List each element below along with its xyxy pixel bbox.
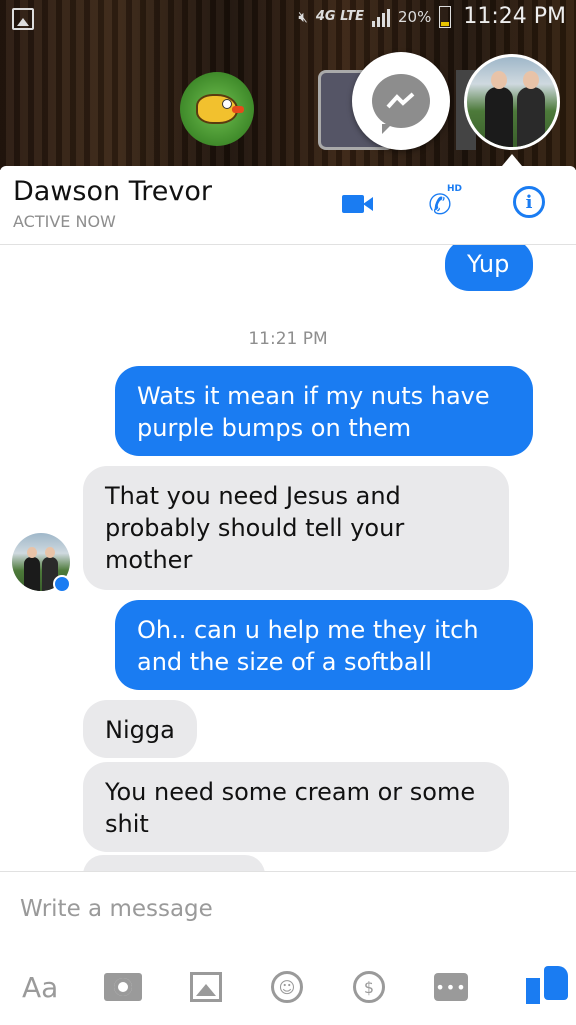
photo-person-right	[517, 71, 545, 147]
smiley-icon: ☺︎	[271, 971, 303, 1003]
battery-icon	[439, 5, 452, 28]
clock: 11:24 PM	[463, 4, 566, 29]
messenger-badge-icon	[53, 575, 71, 593]
hd-badge: HD	[446, 184, 462, 194]
thumbs-up-icon	[526, 966, 568, 1004]
conversation-card: Dawson Trevor ACTIVE NOW ✆︎ HD i Yup 11:…	[0, 166, 576, 1025]
dollar-icon: $	[353, 971, 385, 1003]
message-input[interactable]: Write a message	[20, 896, 213, 922]
chat-head-flappy-bird[interactable]	[180, 72, 254, 146]
contact-name[interactable]: Dawson Trevor	[13, 176, 212, 207]
message-outgoing[interactable]: Oh.. can u help me they itch and the siz…	[115, 600, 533, 690]
message-outgoing[interactable]: Yup	[445, 245, 533, 291]
conversation-header: Dawson Trevor ACTIVE NOW ✆︎ HD i	[0, 166, 576, 245]
gallery-notification-icon	[12, 8, 34, 30]
network-type: 4G LTE	[315, 9, 364, 24]
status-bar: 🔇︎ 4G LTE 20% 11:24 PM	[0, 0, 576, 42]
thread-timestamp: 11:21 PM	[248, 329, 328, 349]
message-thread[interactable]: Yup 11:21 PM Wats it mean if my nuts hav…	[0, 245, 576, 871]
message-incoming[interactable]: That you need Jesus and probably should …	[83, 466, 509, 590]
compose-toolbar: Aa ☺︎ $ •••	[0, 964, 576, 1014]
camera-icon	[104, 973, 142, 1001]
battery-percent: 20%	[398, 7, 432, 26]
camera-button[interactable]	[103, 964, 143, 1010]
more-button[interactable]: •••	[433, 964, 469, 1010]
more-icon: •••	[434, 973, 468, 1001]
info-icon: i	[525, 191, 533, 213]
image-icon	[190, 972, 222, 1002]
gallery-button[interactable]	[188, 964, 224, 1010]
voice-call-button[interactable]: ✆︎ HD	[422, 184, 462, 222]
active-status: ACTIVE NOW	[13, 212, 116, 231]
signal-icon	[372, 7, 390, 27]
compose-bar: Write a message Aa ☺︎ $ •••	[0, 871, 576, 1025]
emoji-button[interactable]: ☺︎	[269, 964, 305, 1010]
messenger-icon	[372, 74, 430, 134]
photo-person-left	[485, 71, 513, 147]
message-incoming-partial[interactable]	[83, 855, 265, 871]
mute-icon: 🔇︎	[298, 7, 308, 26]
avatar-person-left	[24, 547, 40, 591]
video-camera-icon	[342, 195, 373, 213]
like-button[interactable]	[510, 964, 568, 1010]
message-incoming[interactable]: Nigga	[83, 700, 197, 758]
payment-button[interactable]: $	[351, 964, 387, 1010]
chat-head-dawson-trevor[interactable]	[464, 54, 560, 150]
message-incoming[interactable]: You need some cream or some shit	[83, 762, 509, 852]
text-button[interactable]: Aa	[22, 964, 58, 1010]
active-head-pointer	[502, 154, 522, 166]
message-outgoing[interactable]: Wats it mean if my nuts have purple bump…	[115, 366, 533, 456]
flappy-bird-icon	[196, 94, 244, 124]
messenger-chat-head[interactable]	[352, 52, 450, 150]
video-call-button[interactable]	[335, 186, 373, 222]
info-button[interactable]: i	[513, 186, 545, 218]
